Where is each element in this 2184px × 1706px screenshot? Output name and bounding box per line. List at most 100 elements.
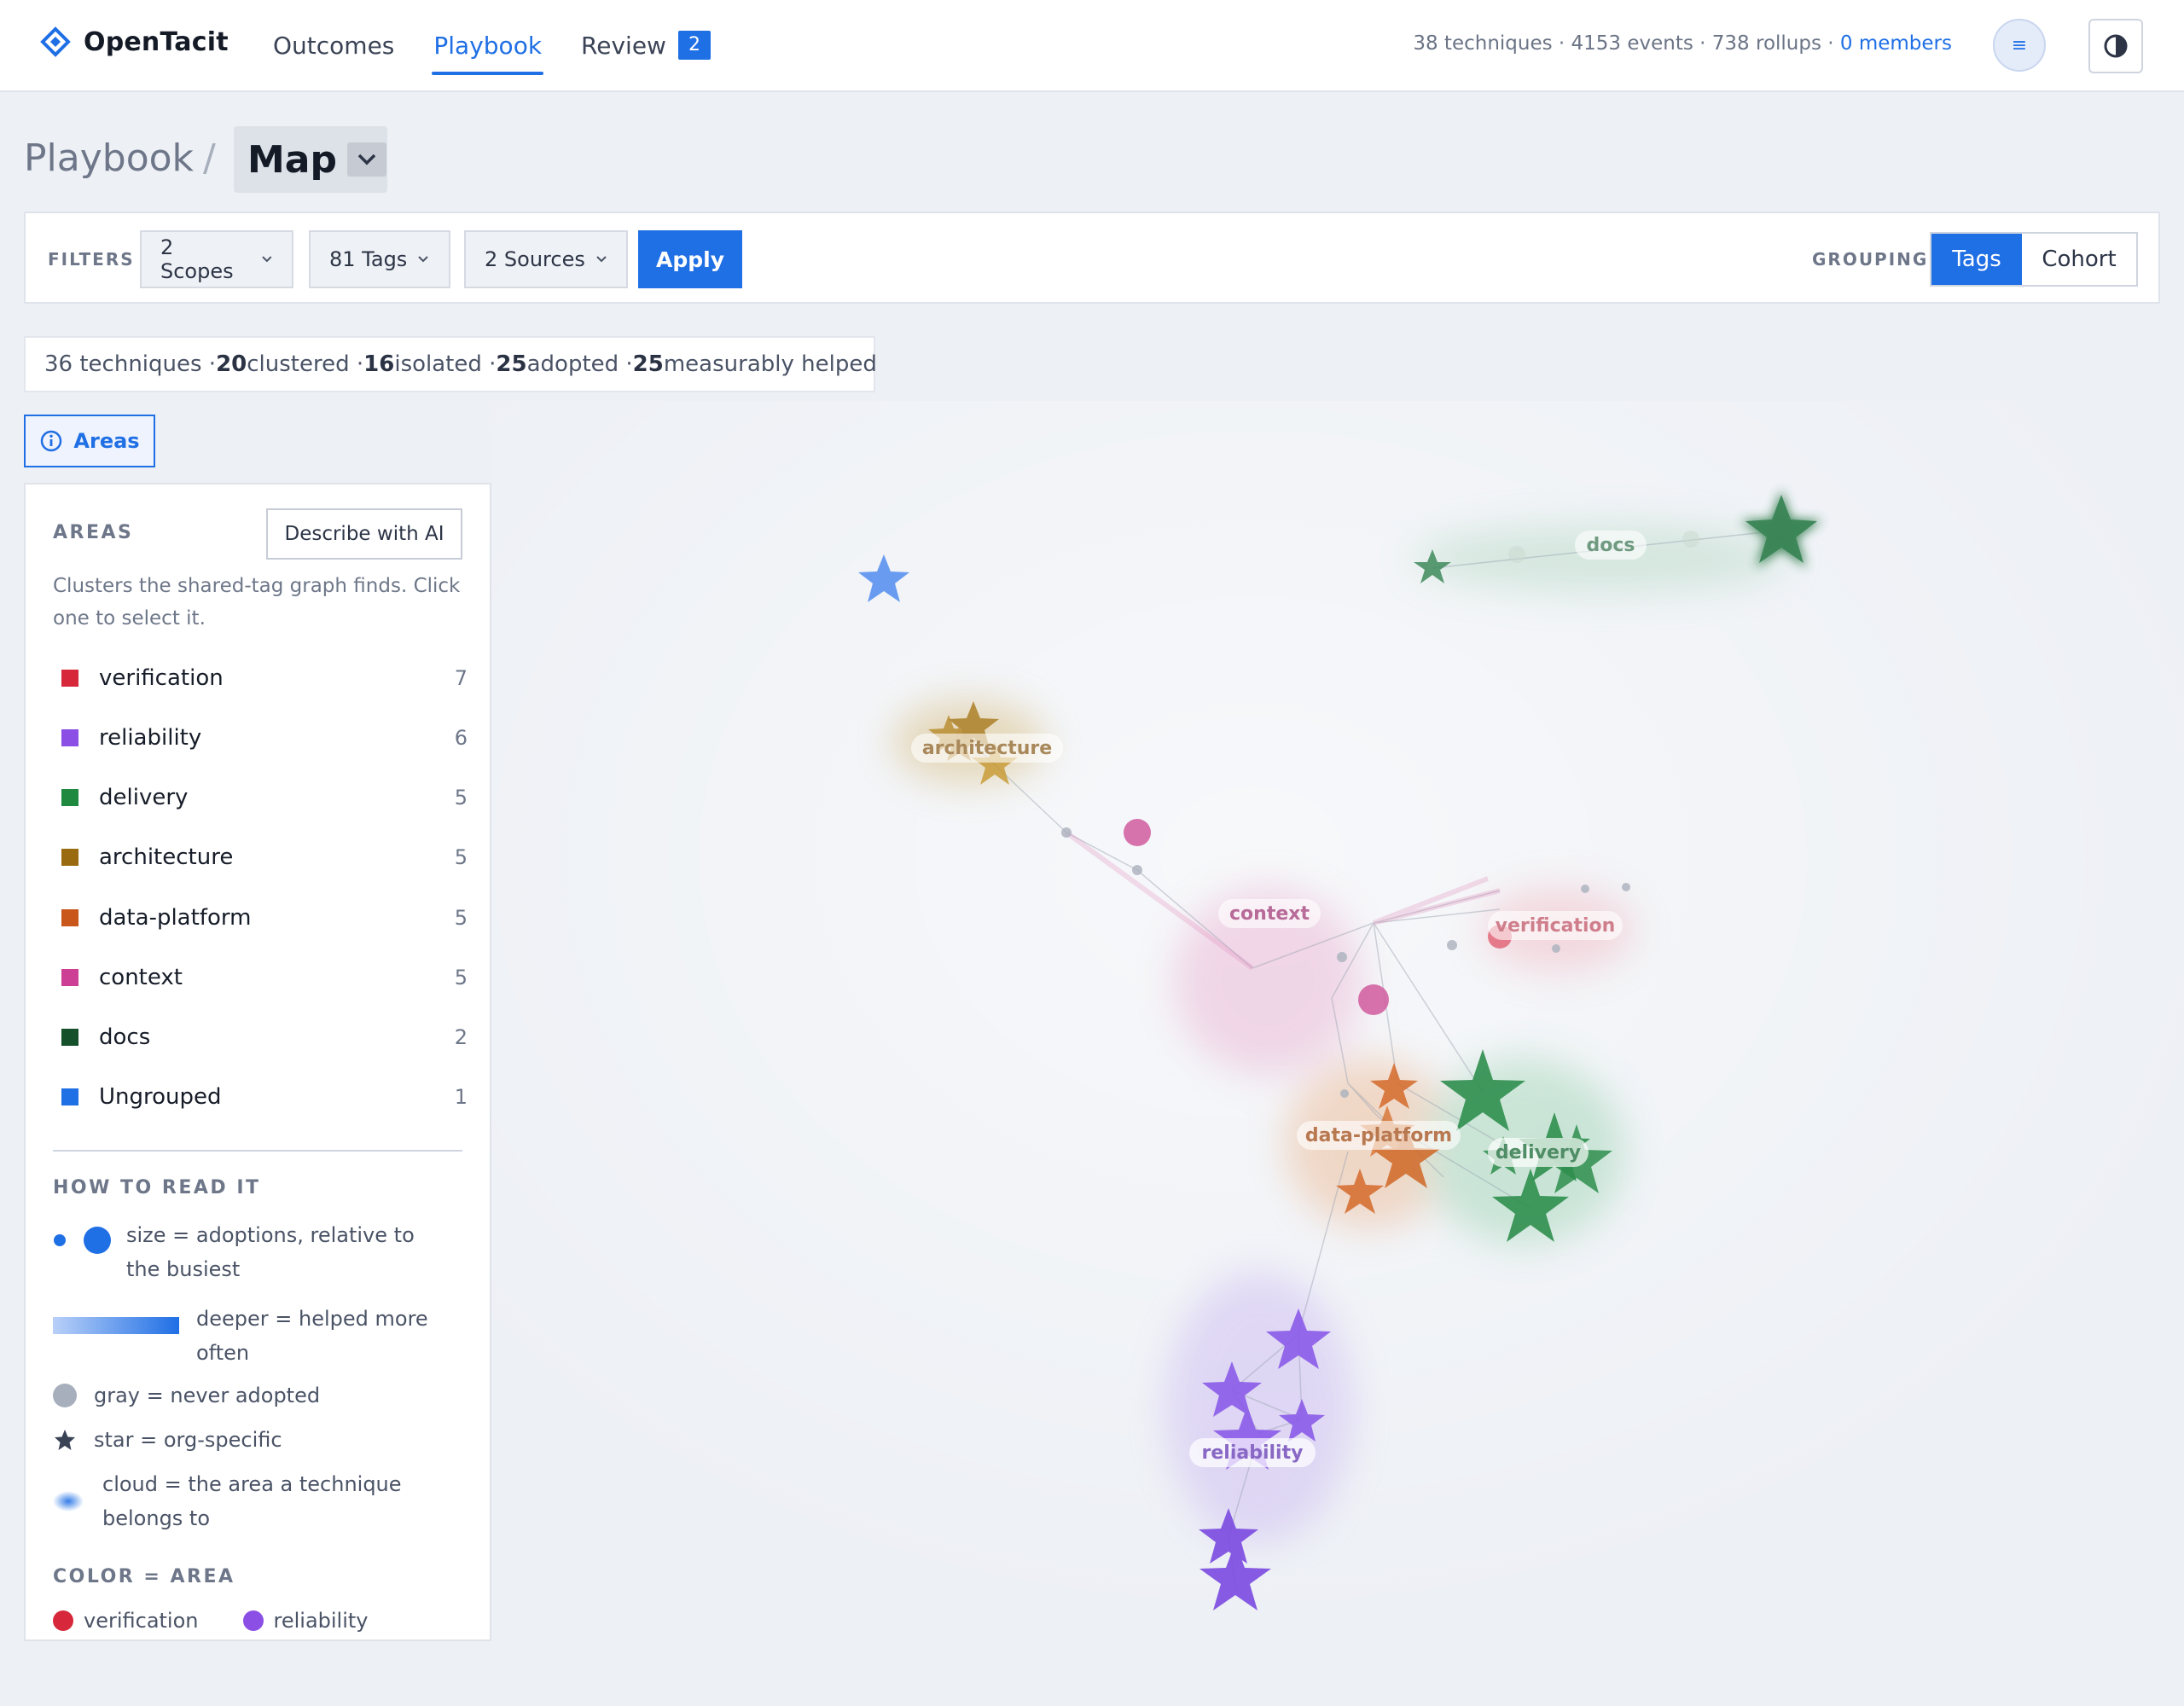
color-legend-verification: verification <box>84 1609 199 1633</box>
color-area-title: COLOR = AREA <box>53 1566 235 1587</box>
color-legend: verification reliability <box>53 1609 369 1633</box>
summary-techniques: 36 techniques · <box>44 351 217 377</box>
area-count: 7 <box>454 666 468 690</box>
area-item-architecture[interactable]: architecture 5 <box>53 836 476 879</box>
nav-outcomes[interactable]: Outcomes <box>273 0 394 90</box>
area-name: context <box>99 965 183 990</box>
area-count: 1 <box>454 1085 468 1109</box>
scopes-filter-dropdown[interactable]: 2 Scopes <box>140 230 293 288</box>
area-item-delivery[interactable]: delivery 5 <box>53 776 476 819</box>
nav-review-label: Review <box>581 31 666 60</box>
breadcrumb-playbook[interactable]: Playbook <box>24 136 194 180</box>
apply-button[interactable]: Apply <box>638 230 742 288</box>
legend-size: size = adoptions, relative to the busies… <box>53 1218 450 1286</box>
area-item-context[interactable]: context 5 <box>53 956 476 999</box>
cluster-label-architecture[interactable]: architecture <box>922 738 1052 759</box>
nav-review[interactable]: Review 2 <box>581 0 711 90</box>
area-item-reliability[interactable]: reliability 6 <box>53 717 476 759</box>
color-legend-reliability: reliability <box>273 1609 369 1633</box>
legend-star-text: star = org-specific <box>94 1428 282 1452</box>
area-name: reliability <box>99 725 202 751</box>
area-item-verification[interactable]: verification 7 <box>53 657 476 699</box>
summary-adopted-count: 25 <box>496 351 527 377</box>
gradient-scale-icon <box>53 1317 179 1334</box>
area-name: data-platform <box>99 905 252 931</box>
cluster-label-verification[interactable]: verification <box>1496 915 1616 937</box>
reliability-color-dot <box>242 1610 264 1631</box>
cluster-label-context[interactable]: context <box>1229 903 1310 925</box>
summary-isolated-text: isolated · <box>394 351 497 377</box>
area-item-ungrouped[interactable]: Ungrouped 1 <box>53 1076 476 1118</box>
menu-icon: ≡ <box>2011 34 2028 56</box>
areas-panel: AREAS Describe with AI Clusters the shar… <box>24 483 491 1641</box>
legend-gray: gray = never adopted <box>53 1378 320 1413</box>
stats-text: 38 techniques · 4153 events · 738 rollup… <box>1413 32 1840 55</box>
summary-isolated-count: 16 <box>363 351 395 377</box>
area-swatch <box>61 789 78 806</box>
map-canvas[interactable]: docs architecture context verification d… <box>491 401 2184 1706</box>
brand[interactable]: OpenTacit <box>39 26 229 58</box>
legend-size-text: size = adoptions, relative to the busies… <box>126 1223 415 1281</box>
area-name: docs <box>99 1024 151 1050</box>
summary-helped-count: 25 <box>632 351 664 377</box>
area-swatch <box>61 1088 78 1105</box>
chevron-down-icon <box>418 256 429 263</box>
tags-filter-dropdown[interactable]: 81 Tags <box>309 230 450 288</box>
summary-adopted-text: adopted · <box>526 351 633 377</box>
area-count: 5 <box>454 786 468 809</box>
grouping-cohort-option[interactable]: Cohort <box>2022 234 2136 285</box>
area-count: 5 <box>454 906 468 930</box>
areas-panel-title: AREAS <box>53 522 134 543</box>
filters-label: FILTERS <box>48 249 135 270</box>
grouping-tags-option[interactable]: Tags <box>1931 234 2022 285</box>
nav-playbook-label: Playbook <box>433 31 543 60</box>
area-name: verification <box>99 665 224 691</box>
scopes-filter-label: 2 Scopes <box>160 235 234 283</box>
areas-toggle-button[interactable]: Areas <box>24 415 155 467</box>
cluster-label-data-platform[interactable]: data-platform <box>1305 1125 1452 1146</box>
area-name: architecture <box>99 844 234 870</box>
cluster-label-delivery[interactable]: delivery <box>1496 1142 1581 1163</box>
how-to-read-title: HOW TO READ IT <box>53 1177 261 1198</box>
legend-star: star = org-specific <box>53 1423 282 1457</box>
area-count: 6 <box>454 726 468 750</box>
chevron-down-icon <box>596 256 607 263</box>
view-selector[interactable]: Map <box>234 126 387 193</box>
technique-map[interactable]: docs architecture context verification d… <box>491 401 2184 1706</box>
area-count: 2 <box>454 1025 468 1049</box>
cluster-label-reliability[interactable]: reliability <box>1202 1442 1304 1464</box>
opentacit-logo-icon <box>40 26 71 57</box>
area-item-data-platform[interactable]: data-platform 5 <box>53 897 476 939</box>
area-name: Ungrouped <box>99 1084 222 1110</box>
chevron-down-icon <box>346 142 386 177</box>
cluster-label-docs[interactable]: docs <box>1587 535 1635 556</box>
area-swatch <box>61 909 78 926</box>
sources-filter-dropdown[interactable]: 2 Sources <box>464 230 628 288</box>
chevron-down-icon <box>262 256 272 263</box>
nav-playbook[interactable]: Playbook <box>432 0 543 90</box>
legend-cloud: cloud = the area a technique belongs to <box>53 1467 444 1535</box>
summary-helped-text: measurably helped <box>663 351 877 377</box>
area-item-docs[interactable]: docs 2 <box>53 1016 476 1059</box>
describe-with-ai-button[interactable]: Describe with AI <box>266 508 462 560</box>
area-swatch <box>61 670 78 687</box>
size-scale-icon <box>54 1227 111 1254</box>
legend-cloud-text: cloud = the area a technique belongs to <box>102 1472 402 1530</box>
verification-color-dot <box>53 1610 73 1631</box>
review-count-badge: 2 <box>677 31 711 60</box>
contrast-icon <box>2104 34 2128 58</box>
legend-deeper-text: deeper = helped more often <box>196 1307 428 1365</box>
summary-clustered-count: 20 <box>216 351 247 377</box>
summary-clustered-text: clustered · <box>247 351 364 377</box>
view-selector-label: Map <box>247 137 337 182</box>
members-link[interactable]: 0 members <box>1840 32 1952 55</box>
breadcrumb-separator: / <box>203 136 216 180</box>
area-count: 5 <box>454 845 468 869</box>
map-background <box>491 401 2184 1706</box>
area-count: 5 <box>454 966 468 989</box>
user-menu-button[interactable]: ≡ <box>1993 19 2046 72</box>
panel-divider <box>53 1150 462 1152</box>
areas-toggle-label: Areas <box>73 429 140 453</box>
filter-bar: FILTERS 2 Scopes 81 Tags 2 Sources Apply… <box>24 212 2160 304</box>
theme-toggle-button[interactable] <box>2088 19 2143 73</box>
